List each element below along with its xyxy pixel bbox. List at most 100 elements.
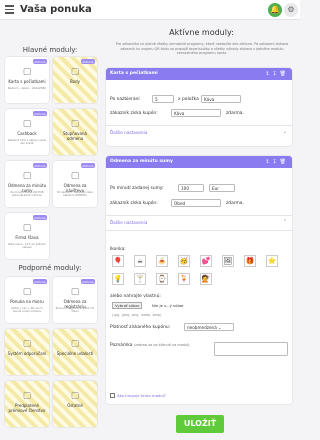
- chevron-down-icon: ⌄: [218, 325, 222, 330]
- other-icon: ▢: [70, 391, 80, 401]
- tile-name: Predplatené prémiové členstvo: [8, 403, 46, 413]
- support-modules-title: Podporné moduly:: [18, 264, 82, 272]
- move-down-icon[interactable]: ↧: [272, 71, 279, 77]
- tile-name: Firmá ľšava: [15, 235, 39, 240]
- active-badge: Aktivné: [32, 163, 47, 168]
- currency-input[interactable]: Eur: [209, 184, 235, 192]
- tile-description: Zákazník 10% z nákupu spolu ako kredit: [7, 139, 47, 145]
- reward-icon-option[interactable]: 🎈: [112, 255, 124, 267]
- note-textarea[interactable]: [214, 342, 288, 356]
- tile-description: Každý v obc + 2€, ak mi zavola a kúpi od…: [11, 307, 43, 313]
- spend-reward-module: Odmena za minútu sumy ↥↧🗑 Po minutí zada…: [106, 156, 292, 404]
- main-module-tile[interactable]: Aktivné ▢ Cashback Zákazník 10% z nákupu sp…: [5, 109, 49, 155]
- tiered-reward-icon: ▢: [70, 119, 80, 129]
- coupon-input[interactable]: Obed: [171, 199, 221, 207]
- reward-icon-option[interactable]: 💡: [112, 273, 124, 285]
- delete-icon[interactable]: 🗑: [280, 71, 289, 77]
- stamp-card-icon: ▢: [22, 67, 32, 77]
- tile-description: Rastie k... zakaz... ZÁKAZNÍK!: [7, 87, 47, 90]
- customer-gets-label: zákazník získa kupón:: [110, 201, 158, 206]
- discount-icon: ▢: [22, 223, 32, 233]
- more-settings-link[interactable]: Ďalšie nastavenia: [110, 220, 147, 225]
- validity-value: neobmedzená: [187, 325, 217, 330]
- icon-label: Ikonka:: [110, 247, 126, 252]
- main-module-tile[interactable]: Aktivné ▢ Firmá ľšava Stále zľava - 10% pri…: [5, 213, 49, 259]
- stamp-count-input[interactable]: 5: [152, 95, 174, 103]
- premium-icon: ▢: [22, 391, 32, 401]
- support-module-tile[interactable]: Aktivné ▢ Odmena za registráciu Bonus za re…: [53, 277, 97, 323]
- choose-file-button[interactable]: Vybrať súbor: [112, 302, 143, 309]
- main-modules-title: Hlavné moduly:: [22, 46, 78, 54]
- stamp-card-module: Karta s pečiatkami ↥↧🗑 Po nazbieraní 5 x…: [106, 68, 292, 146]
- reward-icon-option[interactable]: 💇: [200, 273, 212, 285]
- reward-icon-option[interactable]: ☕: [134, 255, 146, 267]
- stamp-card-title: Karta s pečiatkami: [110, 71, 158, 76]
- validity-select[interactable]: neobmedzená ⌄: [184, 323, 234, 331]
- cashback-icon: ▢: [22, 119, 32, 129]
- coupon-validity-label: Platnosť získaného kupónu:: [110, 325, 171, 330]
- spend-amount-label: Po minutí zadanej sumy:: [110, 186, 164, 191]
- note-hint: (zobrazí sa po kliknutí na modul):: [133, 343, 191, 347]
- tile-description: Bonus za registráciu získa 5% zľavu: [55, 307, 95, 313]
- main-module-tile[interactable]: Aktivné ▢ Odmena za návštevu Pri každej 5. …: [53, 161, 97, 207]
- reward-icon-option[interactable]: 🍹: [178, 273, 190, 285]
- active-badge: Aktivné: [80, 59, 95, 64]
- hamburger-menu-icon[interactable]: [5, 5, 14, 14]
- more-settings-link[interactable]: Ďalšie nastavenia: [110, 130, 147, 135]
- active-modules-title: Aktívne moduly:: [169, 28, 234, 37]
- page-title: Vaša ponuka: [20, 4, 92, 15]
- active-badge: Aktivné: [32, 59, 47, 64]
- reward-icon-option[interactable]: 🍸: [134, 273, 146, 285]
- active-modules-description: Pre zákazníka sú platné všetky vernostné…: [115, 42, 289, 56]
- tile-name: Stupňovaná odmena: [63, 131, 87, 141]
- reward-icon-option[interactable]: 🍝: [156, 255, 168, 267]
- support-module-tile[interactable]: Aktivné ▢ Ponuka na mieru Každý v obc + 2€,…: [5, 277, 49, 323]
- howto-checkbox-icon[interactable]: [110, 393, 115, 398]
- main-module-tile[interactable]: Aktivné ▢ Body: [53, 57, 97, 103]
- reward-icon-option[interactable]: 🥳: [178, 255, 190, 267]
- tile-name: Karta s pečiatkami: [8, 79, 46, 84]
- tile-name: Body: [69, 79, 81, 84]
- file-status: Nie je v...ý súbor: [152, 303, 184, 308]
- stamp-card-header: Karta s pečiatkami ↥↧🗑: [106, 68, 292, 80]
- gear-icon[interactable]: ⚙: [284, 3, 298, 17]
- move-down-icon[interactable]: ↧: [272, 159, 279, 165]
- points-icon: ▢: [70, 67, 80, 77]
- reward-visit-icon: ▢: [70, 171, 80, 181]
- item-input[interactable]: Káva: [201, 95, 241, 103]
- customer-gets-label: zákazník získa kupón:: [110, 111, 158, 116]
- reward-icon-option[interactable]: 🖼: [222, 255, 234, 267]
- support-module-tile[interactable]: ▢ Špeciálne udalosti: [53, 329, 97, 375]
- bell-icon[interactable]: 🔔: [268, 3, 282, 17]
- coupon-input[interactable]: Káva: [171, 109, 221, 117]
- main-module-tile[interactable]: Aktivné ▢ Odmena za minútu sumy Za minútu s…: [5, 161, 49, 207]
- amount-input[interactable]: 100: [178, 184, 204, 192]
- tile-name: Špeciálne udalosti: [56, 351, 94, 356]
- reward-icon-option[interactable]: 💕: [200, 255, 212, 267]
- support-module-tile[interactable]: ▢ Ostatné: [53, 381, 97, 427]
- reward-icon-option[interactable]: ⌚: [156, 273, 168, 285]
- card-actions: ↥↧🗑: [265, 159, 289, 165]
- save-button[interactable]: ULOŽIŤ: [176, 415, 224, 433]
- custom-offer-icon: ▢: [22, 287, 32, 297]
- support-module-tile[interactable]: ▢ Systém odporúčaní: [5, 329, 49, 375]
- main-module-tile[interactable]: ▢ Stupňovaná odmena: [53, 109, 97, 155]
- note-label: Poznámka (zobrazí sa po kliknutí na modu…: [110, 343, 190, 348]
- reward-icon-option[interactable]: ⭐: [266, 255, 278, 267]
- main-module-tile[interactable]: Aktivné ▢ Karta s pečiatkami Rastie k... za…: [5, 57, 49, 103]
- reward-icon-option[interactable]: 🎁: [244, 255, 256, 267]
- howto-link[interactable]: Ako funguje tento modul?: [117, 393, 166, 398]
- support-module-tile[interactable]: ▢ Predplatené prémiové členstvo: [5, 381, 49, 427]
- chevron-down-icon[interactable]: ⌄: [283, 129, 287, 135]
- tile-name: Systém odporúčaní: [7, 351, 47, 356]
- note-title: Poznámka: [110, 343, 133, 348]
- top-bar: Vaša ponuka 🔔 ⚙: [0, 0, 300, 20]
- active-badge: Aktivné: [80, 163, 95, 168]
- active-badge: Aktivné: [80, 279, 95, 284]
- spend-reward-title: Odmena za minútu sumy: [110, 159, 173, 164]
- delete-icon[interactable]: 🗑: [280, 159, 289, 165]
- item-label: x položka: [178, 97, 199, 102]
- chevron-up-icon[interactable]: ⌃: [283, 219, 287, 225]
- registration-icon: ▢: [70, 287, 80, 297]
- upload-own-label: alebo nahrajte vlastnú:: [110, 294, 161, 299]
